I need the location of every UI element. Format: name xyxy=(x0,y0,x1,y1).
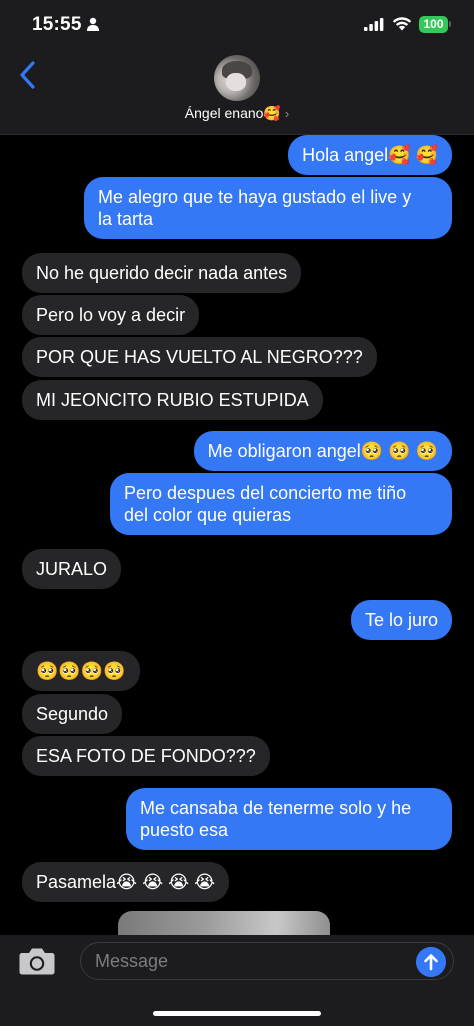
message-bubble-incoming[interactable]: POR QUE HAS VUELTO AL NEGRO??? xyxy=(22,337,377,377)
message-bubble-incoming[interactable]: ESA FOTO DE FONDO??? xyxy=(22,736,270,776)
message-bubble-outgoing[interactable]: Me cansaba de tenerme solo y he puesto e… xyxy=(126,788,452,850)
message-bubble-outgoing[interactable]: Me alegro que te haya gustado el live y … xyxy=(84,177,452,239)
message-bubble-incoming[interactable]: JURALO xyxy=(22,549,122,589)
message-bubble-incoming[interactable]: Pero lo voy a decir xyxy=(22,295,200,335)
contact-name[interactable]: Ángel enano🥰 xyxy=(185,105,281,121)
cellular-signal-icon xyxy=(364,18,384,31)
contact-name-row[interactable]: Ángel enano🥰 › xyxy=(0,105,474,122)
message-bubble-outgoing[interactable]: Pero despues del concierto me tiño del c… xyxy=(110,473,452,535)
message-list[interactable]: Hola angel🥰 🥰 Me alegro que te haya gust… xyxy=(0,135,474,935)
chevron-right-icon: › xyxy=(284,106,290,121)
message-bubble-outgoing[interactable]: Me obligaron angel🥺 🥺 🥺 xyxy=(193,431,452,471)
message-bubble-outgoing[interactable]: Te lo juro xyxy=(350,600,452,640)
battery-icon: 100 xyxy=(419,16,448,33)
input-bar xyxy=(0,935,474,1026)
message-bubble-incoming[interactable]: 🥺🥺🥺🥺 xyxy=(22,651,140,691)
home-indicator xyxy=(153,1011,321,1016)
person-icon xyxy=(87,17,99,31)
message-bubble-incoming[interactable]: Segundo xyxy=(22,694,123,734)
status-bar: 15:55 100 xyxy=(0,0,474,50)
message-input[interactable] xyxy=(80,942,454,980)
message-bubble-incoming[interactable]: Pasamela😭 😭 😭 😭 xyxy=(22,862,230,902)
avatar-face xyxy=(226,73,246,91)
message-bubble-incoming[interactable]: No he querido decir nada antes xyxy=(22,253,302,293)
back-chevron-icon[interactable] xyxy=(14,60,44,90)
camera-icon[interactable] xyxy=(18,945,56,977)
message-bubble-outgoing[interactable]: Hola angel🥰 🥰 xyxy=(288,135,452,175)
send-arrow-icon[interactable] xyxy=(416,947,446,977)
chat-header: Ángel enano🥰 › xyxy=(0,50,474,135)
status-time: 15:55 xyxy=(32,14,82,35)
battery-cap xyxy=(449,21,451,27)
message-bubble-incoming[interactable]: MI JEONCITO RUBIO ESTUPIDA xyxy=(22,380,323,420)
photo-attachment-preview[interactable] xyxy=(118,911,330,935)
wifi-icon xyxy=(392,17,412,31)
contact-avatar[interactable] xyxy=(214,55,260,101)
